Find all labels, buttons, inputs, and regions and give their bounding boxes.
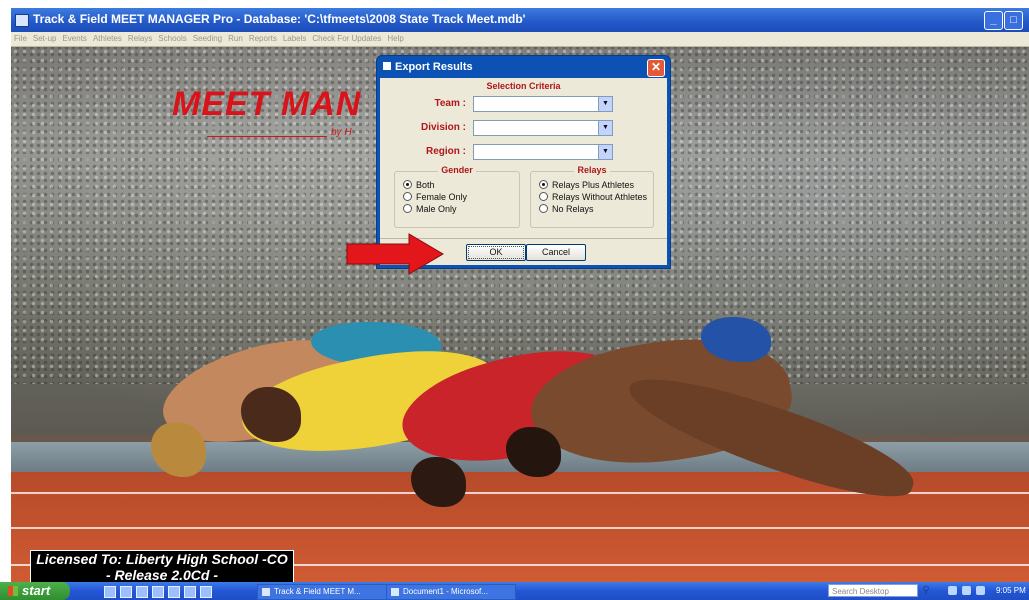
quick-launch-icon[interactable] [200, 586, 212, 598]
quick-launch-icon[interactable] [104, 586, 116, 598]
license-line: Licensed To: Liberty High School -CO [36, 551, 288, 567]
tray-icon[interactable] [948, 586, 957, 595]
menu-seeding[interactable]: Seeding [190, 32, 225, 43]
menu-relays[interactable]: Relays [125, 32, 155, 43]
window-title: Track & Field MEET MANAGER Pro - Databas… [33, 12, 526, 26]
relays-without-athletes-radio[interactable]: Relays Without Athletes [539, 192, 647, 202]
windows-taskbar: start Track & Field MEET M... Document1 … [0, 582, 1029, 600]
radio-dot[interactable] [403, 204, 412, 214]
region-label: Region : [426, 146, 466, 157]
menu-run[interactable]: Run [225, 32, 246, 43]
chevron-down-icon[interactable]: ▼ [598, 121, 612, 135]
word-icon [391, 588, 399, 596]
gender-option-label: Both [416, 180, 435, 190]
dialog-title-bar[interactable]: Export Results ✕ [377, 56, 670, 78]
taskbar-item-label: Track & Field MEET M... [274, 587, 361, 596]
no-relays-radio[interactable]: No Relays [539, 204, 594, 214]
quick-launch-icon[interactable] [120, 586, 132, 598]
division-label: Division : [420, 122, 466, 133]
radio-dot[interactable] [539, 204, 548, 214]
quick-launch-icon[interactable] [168, 586, 180, 598]
team-dropdown[interactable]: ▼ [473, 96, 613, 112]
red-arrow-icon [346, 233, 444, 275]
chevron-down-icon[interactable]: ▼ [598, 97, 612, 111]
quick-launch-icon[interactable] [136, 586, 148, 598]
start-label: start [22, 583, 51, 598]
ok-button[interactable]: OK [466, 244, 526, 261]
relays-option-label: Relays Without Athletes [552, 192, 648, 202]
relays-plus-athletes-radio[interactable]: Relays Plus Athletes [539, 180, 634, 190]
release-line: - Release 2.0Cd - [105, 567, 219, 583]
search-icon[interactable]: ⚲ [920, 584, 932, 597]
logo-underline [207, 136, 327, 137]
minimize-button[interactable]: _ [984, 11, 1003, 30]
region-dropdown[interactable]: ▼ [473, 144, 613, 160]
close-icon[interactable]: ✕ [647, 59, 665, 77]
radio-dot[interactable] [403, 192, 412, 202]
gender-male-radio[interactable]: Male Only [403, 204, 457, 214]
gender-option-label: Female Only [416, 192, 468, 202]
taskbar-item-label: Document1 - Microsof... [403, 587, 488, 596]
gender-group-title: Gender [438, 165, 476, 175]
logo-subtitle: by H [331, 127, 352, 138]
menu-schools[interactable]: Schools [155, 32, 189, 43]
dialog-title: Export Results [395, 61, 473, 73]
radio-dot[interactable] [539, 192, 548, 202]
maximize-button[interactable]: □ [1004, 11, 1023, 30]
team-label: Team : [434, 98, 467, 109]
chevron-down-icon[interactable]: ▼ [598, 145, 612, 159]
cancel-button[interactable]: Cancel [526, 244, 586, 261]
taskbar-item-document[interactable]: Document1 - Microsof... [386, 584, 516, 600]
selection-criteria-heading: Selection Criteria [486, 81, 561, 91]
meet-manager-logo: MEET MAN [172, 85, 362, 123]
app-title-bar[interactable]: Track & Field MEET MANAGER Pro - Databas… [11, 8, 1029, 32]
relays-group-title: Relays [574, 165, 610, 175]
menu-reports[interactable]: Reports [246, 32, 280, 43]
menu-check-for-updates[interactable]: Check For Updates [309, 32, 384, 43]
relays-option-label: No Relays [552, 204, 594, 214]
radio-dot[interactable] [403, 180, 412, 190]
quick-launch-icon[interactable] [184, 586, 196, 598]
menu-file[interactable]: File [11, 32, 30, 43]
tray-icon[interactable] [962, 586, 971, 595]
clock: 9:05 PM [996, 586, 1026, 595]
quick-launch-icon[interactable] [152, 586, 164, 598]
menu-help[interactable]: Help [384, 32, 406, 43]
gender-both-radio[interactable]: Both [403, 180, 435, 190]
windows-logo-icon [8, 586, 18, 596]
menu-setup[interactable]: Set-up [30, 32, 60, 43]
gender-option-label: Male Only [416, 204, 457, 214]
search-desktop-input[interactable]: Search Desktop [828, 584, 918, 597]
relays-option-label: Relays Plus Athletes [552, 180, 635, 190]
gender-female-radio[interactable]: Female Only [403, 192, 467, 202]
gender-group: Gender Both Female Only Male Only [394, 165, 520, 228]
start-button[interactable]: start [0, 582, 70, 600]
tray-icon[interactable] [976, 586, 985, 595]
division-dropdown[interactable]: ▼ [473, 120, 613, 136]
menu-events[interactable]: Events [59, 32, 89, 43]
taskbar-item-meet-manager[interactable]: Track & Field MEET M... [257, 584, 387, 600]
relays-group: Relays Relays Plus Athletes Relays Witho… [530, 165, 654, 228]
dialog-app-icon [383, 62, 391, 70]
menu-bar: File Set-up Events Athletes Relays Schoo… [11, 32, 1029, 47]
radio-dot[interactable] [539, 180, 548, 190]
app-icon [262, 588, 270, 596]
lane-line [11, 527, 1029, 529]
license-banner: Licensed To: Liberty High School -CO - R… [30, 550, 294, 586]
menu-labels[interactable]: Labels [280, 32, 310, 43]
menu-athletes[interactable]: Athletes [90, 32, 125, 43]
app-icon [15, 14, 29, 27]
